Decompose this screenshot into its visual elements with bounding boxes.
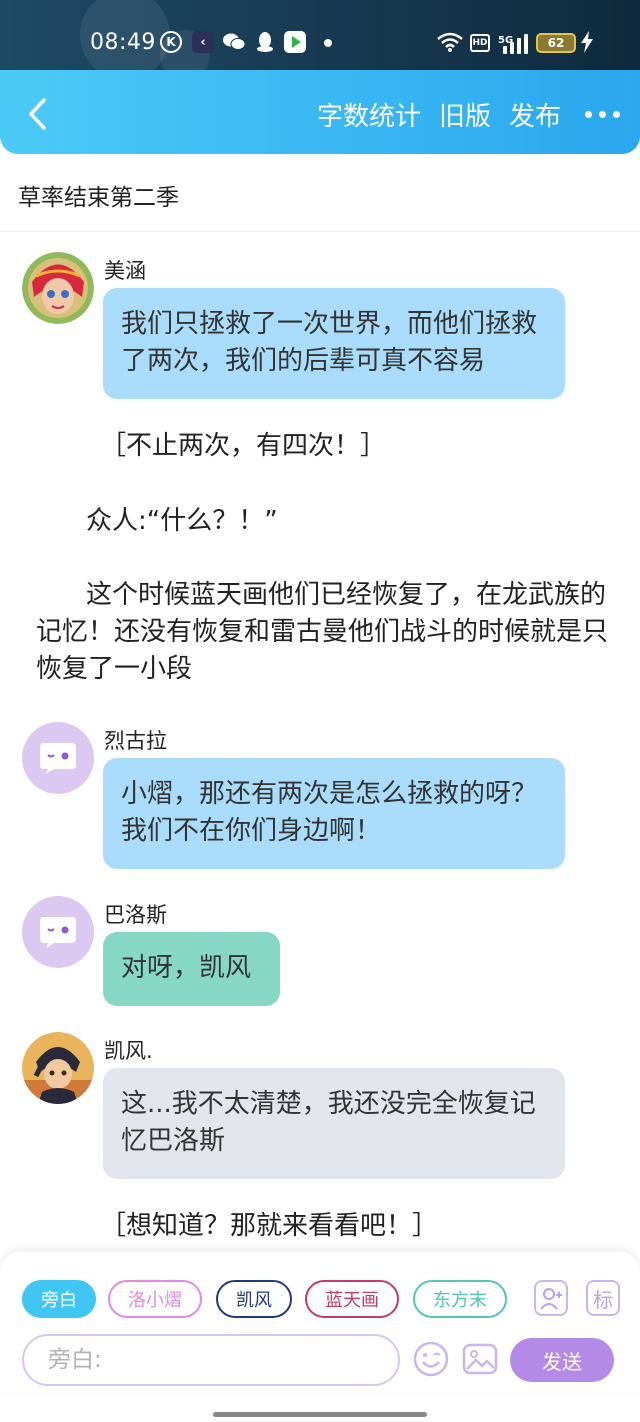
role-chip-narrator[interactable]: 旁白 xyxy=(22,1280,96,1318)
emoji-button[interactable] xyxy=(412,1340,450,1378)
message-bubble[interactable]: 对呀，凯风 xyxy=(103,932,280,1006)
app-icon: ‹ xyxy=(192,31,214,53)
message-bubble[interactable]: 我们只拯救了一次世界，而他们拯救了两次，我们的后辈可真不容易 xyxy=(103,288,565,399)
smiley-icon xyxy=(413,1341,449,1377)
status-time: 08:49 xyxy=(90,30,156,55)
narration-text[interactable]: 众人:“什么？！” xyxy=(86,503,278,540)
publish-button[interactable]: 发布 xyxy=(509,96,561,133)
character-avatar-icon xyxy=(22,1032,94,1104)
wechat-icon xyxy=(222,30,246,54)
person-icon xyxy=(540,1288,562,1310)
editor-toolbar: 旁白 洛小熠 凯风 蓝天画 东方末 标 发送 xyxy=(0,1252,640,1392)
charging-icon xyxy=(580,30,594,54)
signal-icon xyxy=(500,32,530,54)
role-chip[interactable]: 凯风 xyxy=(216,1280,292,1318)
old-version-button[interactable]: 旧版 xyxy=(439,96,491,133)
speaker-name: 凯风. xyxy=(104,1039,153,1063)
back-button[interactable] xyxy=(22,96,52,132)
more-dot-icon xyxy=(585,110,592,118)
speaker-name: 烈古拉 xyxy=(104,729,167,753)
mark-button[interactable]: 标 xyxy=(586,1280,620,1316)
more-dot-icon xyxy=(599,110,606,118)
narration-text[interactable]: ［想知道？那就来看看吧！］ xyxy=(100,1208,438,1245)
status-bar: 08:49 K ‹ HD 5G 62 xyxy=(0,0,640,80)
wifi-icon xyxy=(436,30,464,54)
character-avatar-icon xyxy=(22,252,94,324)
battery-icon: 62 xyxy=(536,33,576,53)
avatar[interactable] xyxy=(22,896,94,968)
home-indicator[interactable] xyxy=(213,1412,427,1417)
divider xyxy=(0,231,640,232)
character-manage-button[interactable] xyxy=(534,1280,568,1316)
role-chip[interactable]: 蓝天画 xyxy=(305,1280,399,1318)
message-bubble[interactable]: 小熠，那还有两次是怎么拯救的呀？我们不在你们身边啊！ xyxy=(103,758,565,869)
k-app-icon: K xyxy=(160,31,182,53)
role-chip[interactable]: 洛小熠 xyxy=(108,1280,202,1318)
header-actions: 字数统计 旧版 发布 xyxy=(317,94,620,134)
avatar[interactable] xyxy=(22,252,94,324)
insert-image-button[interactable] xyxy=(461,1340,499,1378)
narration-text[interactable]: ［不止两次，有四次！］ xyxy=(100,428,386,465)
role-chip[interactable]: 东方末 xyxy=(413,1280,507,1318)
speaker-name: 美涵 xyxy=(104,259,146,283)
more-dot-icon xyxy=(613,110,620,118)
more-options-button[interactable] xyxy=(579,110,620,118)
avatar[interactable] xyxy=(22,722,94,794)
message-bubble[interactable]: 这...我不太清楚，我还没完全恢复记忆巴洛斯 xyxy=(103,1068,565,1179)
hd-icon: HD xyxy=(470,34,490,52)
chevron-left-icon xyxy=(29,98,46,130)
avatar[interactable] xyxy=(22,1032,94,1104)
narration-text[interactable]: 这个时候蓝天画他们已经恢复了，在龙武族的记忆！还没有恢复和雷古曼他们战斗的时候就… xyxy=(36,577,608,688)
message-input[interactable] xyxy=(22,1334,400,1386)
video-app-icon xyxy=(284,31,306,53)
chat-bubble-avatar-icon xyxy=(40,743,76,774)
qq-icon xyxy=(255,30,275,54)
image-icon xyxy=(462,1343,498,1375)
app-header: 字数统计 旧版 发布 xyxy=(0,70,640,154)
notification-dot-icon xyxy=(324,39,332,47)
word-count-button[interactable]: 字数统计 xyxy=(317,96,421,133)
send-button[interactable]: 发送 xyxy=(510,1338,614,1382)
speaker-name: 巴洛斯 xyxy=(104,903,167,927)
document-title[interactable]: 草率结束第二季 xyxy=(18,178,179,212)
chat-bubble-avatar-icon xyxy=(40,917,76,948)
